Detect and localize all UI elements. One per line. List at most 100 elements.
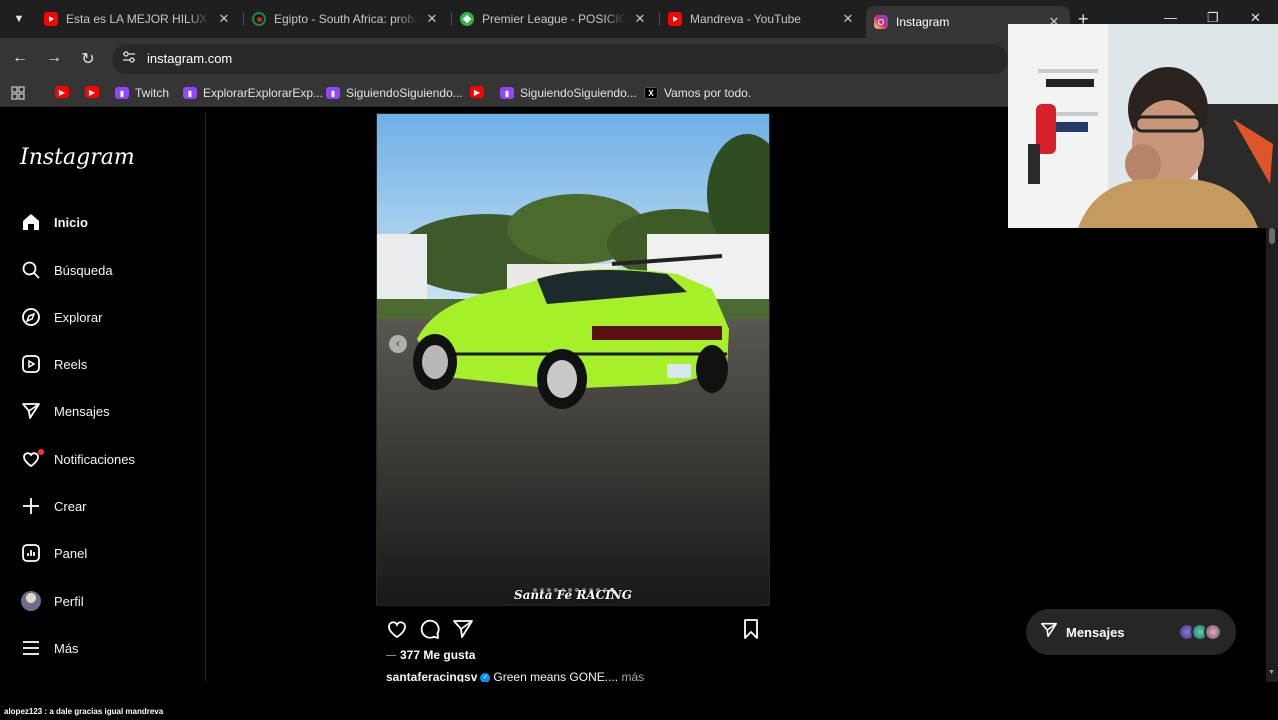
save-bookmark-icon[interactable] <box>740 618 762 640</box>
bookmark-label: Twitch <box>135 86 170 100</box>
nav-perfil[interactable]: Perfil <box>20 589 84 613</box>
messages-pill[interactable]: Mensajes <box>1026 609 1236 655</box>
bookmark-x[interactable]: X Vamos por todo. <box>644 86 751 100</box>
bookmark-youtube[interactable]: ▶ <box>55 86 75 98</box>
twitch-icon: ▮ <box>500 87 514 99</box>
soccer-icon <box>460 12 474 26</box>
site-settings-icon[interactable] <box>122 51 136 66</box>
twitch-icon: ▮ <box>115 87 129 99</box>
youtube-icon <box>44 12 58 26</box>
twitch-icon: ▮ <box>183 87 197 99</box>
scroll-thumb[interactable] <box>1269 228 1275 244</box>
divider <box>386 654 396 656</box>
menu-icon <box>20 637 42 659</box>
youtube-icon <box>668 12 682 26</box>
post-image[interactable]: ‹ Santa Fe RACING <box>376 113 770 606</box>
bookmark-label: ExplorarExplorarExp... <box>203 86 324 100</box>
url-text: instagram.com <box>147 51 233 66</box>
instagram-sidebar: Instagram Inicio Búsqueda Explorar Reels… <box>0 113 206 682</box>
post-actions <box>386 618 762 640</box>
message-avatars <box>1178 623 1222 641</box>
nav-label: Más <box>54 640 79 656</box>
close-tab-icon[interactable]: ✕ <box>840 11 856 27</box>
chart-icon <box>20 542 42 564</box>
scroll-down-icon[interactable]: ▼ <box>1268 669 1275 676</box>
comment-icon[interactable] <box>419 618 441 640</box>
messenger-icon <box>1040 621 1058 644</box>
close-tab-icon[interactable]: ✕ <box>424 11 440 27</box>
nav-panel[interactable]: Panel <box>20 541 87 565</box>
tab-premier-league[interactable]: Premier League - POSICIONES ✕ <box>452 6 656 32</box>
car-photo <box>377 114 769 605</box>
globe-icon <box>252 12 266 26</box>
bookmark-youtube[interactable]: ▶ <box>85 86 105 98</box>
forward-button[interactable]: → <box>44 49 64 67</box>
home-icon <box>20 211 42 233</box>
nav-explorar[interactable]: Explorar <box>20 305 102 329</box>
bookmark-twitch-siguiendo[interactable]: ▮ SiguiendoSiguiendo... <box>326 86 463 100</box>
nav-label: Explorar <box>54 309 103 325</box>
share-icon[interactable] <box>452 618 474 640</box>
instagram-logo[interactable]: Instagram <box>20 145 135 170</box>
plus-icon <box>20 495 42 517</box>
nav-label: Búsqueda <box>54 262 113 278</box>
tab-egipto[interactable]: Egipto - South Africa: probal ✕ <box>244 6 448 32</box>
heart-icon <box>20 448 44 470</box>
x-icon: X <box>644 87 658 99</box>
nav-label: Perfil <box>54 593 84 609</box>
tab-mandreva-youtube[interactable]: Mandreva - YouTube ✕ <box>660 6 864 32</box>
youtube-icon: ▶ <box>85 86 99 98</box>
chat-message: alopez123 : a dale gracias igual mandrev… <box>4 707 164 716</box>
bookmark-label: SiguiendoSiguiendo... <box>520 86 637 100</box>
reload-button[interactable]: ↻ <box>78 49 98 69</box>
bookmark-twitch[interactable]: ▮ Twitch <box>115 86 169 100</box>
address-bar[interactable]: instagram.com <box>112 44 1008 74</box>
profile-avatar <box>20 590 42 612</box>
twitch-icon: ▮ <box>326 87 340 99</box>
nav-mensajes[interactable]: Mensajes <box>20 399 110 423</box>
tab-title: Mandreva - YouTube <box>690 12 801 26</box>
nav-label: Inicio <box>54 214 88 230</box>
close-tab-icon[interactable]: ✕ <box>216 11 232 27</box>
nav-label: Reels <box>54 356 88 372</box>
nav-reels[interactable]: Reels <box>20 352 87 376</box>
tab-hilux[interactable]: Esta es LA MEJOR HILUX del ✕ <box>36 6 240 32</box>
avatar <box>1204 623 1222 641</box>
minimize-icon[interactable]: — <box>1164 10 1177 25</box>
nav-busqueda[interactable]: Búsqueda <box>20 258 113 282</box>
streamer-webcam-image <box>1008 24 1278 228</box>
webcam-overlay <box>1008 24 1278 228</box>
messages-label: Mensajes <box>1066 624 1125 640</box>
bookmark-twitch-explorar[interactable]: ▮ ExplorarExplorarExp... <box>183 86 323 100</box>
nav-label: Notificaciones <box>54 451 135 467</box>
tab-title: Esta es LA MEJOR HILUX del <box>66 12 210 26</box>
nav-label: Crear <box>54 498 87 514</box>
nav-inicio[interactable]: Inicio <box>20 210 88 234</box>
nav-label: Mensajes <box>54 403 110 419</box>
bookmark-label: Vamos por todo. <box>664 86 752 100</box>
reels-icon <box>20 353 42 375</box>
close-tab-icon[interactable]: ✕ <box>632 11 648 27</box>
notification-badge <box>38 449 44 455</box>
likes-count[interactable]: 377 Me gusta <box>386 648 475 662</box>
nav-label: Panel <box>54 545 88 561</box>
tab-title: Premier League - POSICIONES <box>482 12 626 26</box>
youtube-icon: ▶ <box>55 86 69 98</box>
likes-text: 377 Me gusta <box>400 648 476 662</box>
nav-notificaciones[interactable]: Notificaciones <box>20 447 135 471</box>
nav-crear[interactable]: Crear <box>20 494 87 518</box>
back-button[interactable]: ← <box>10 49 30 67</box>
tab-search-button[interactable]: ▼ <box>8 8 30 30</box>
youtube-icon: ▶ <box>470 86 484 98</box>
bookmark-youtube[interactable]: ▶ <box>470 86 490 98</box>
nav-mas[interactable]: Más <box>20 636 79 660</box>
carousel-prev-button[interactable]: ‹ <box>389 335 407 353</box>
apps-grid-icon[interactable] <box>11 86 25 103</box>
compass-icon <box>20 306 42 328</box>
stream-chat-bar: alopez123 : a dale gracias igual mandrev… <box>0 682 1278 720</box>
bookmark-twitch-siguiendo[interactable]: ▮ SiguiendoSiguiendo... <box>500 86 637 100</box>
instagram-icon <box>874 15 888 29</box>
search-icon <box>20 259 42 281</box>
like-icon[interactable] <box>386 618 408 640</box>
tab-title: Egipto - South Africa: probal <box>274 12 418 26</box>
